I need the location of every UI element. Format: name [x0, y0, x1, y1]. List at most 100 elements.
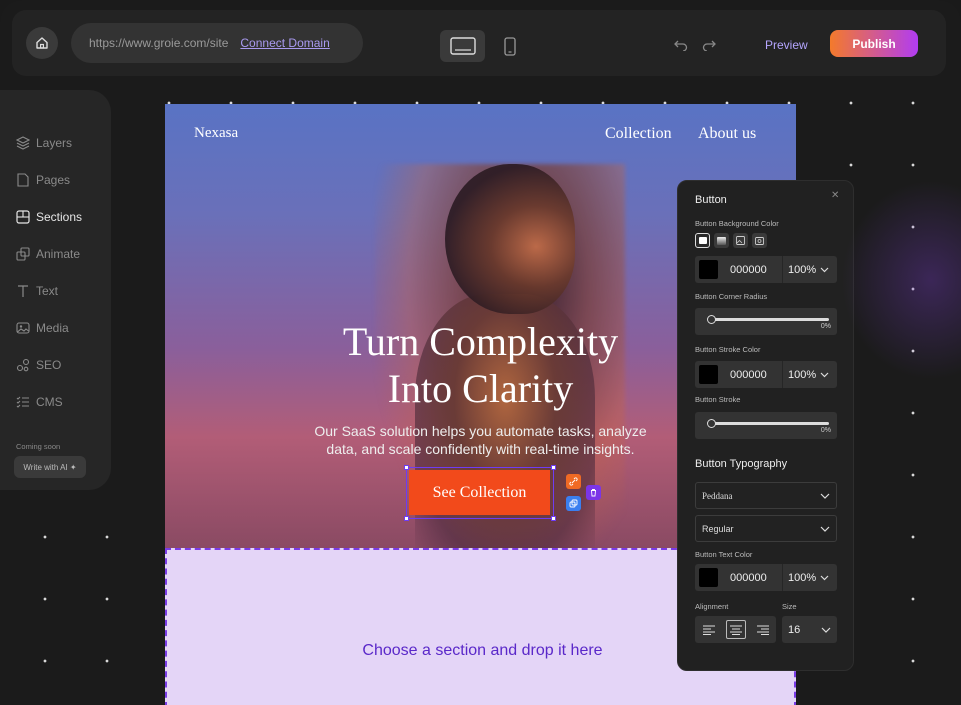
delete-element-button[interactable]: [586, 485, 601, 500]
pages-icon: [17, 173, 29, 187]
bg-color-field[interactable]: 000000 100%: [695, 256, 837, 283]
corner-radius-slider[interactable]: 0%: [695, 308, 837, 335]
connect-domain-link[interactable]: Connect Domain: [240, 36, 329, 50]
bg-color-swatch[interactable]: [699, 260, 718, 279]
sidebar-item-label: CMS: [36, 395, 63, 409]
text-opacity-select[interactable]: 100%: [788, 572, 829, 584]
stroke-color-swatch[interactable]: [699, 365, 718, 384]
site-brand[interactable]: Nexasa: [194, 125, 238, 142]
chevron-down-icon: [820, 372, 829, 377]
slider-thumb[interactable]: [707, 419, 716, 428]
preview-button[interactable]: Preview: [765, 38, 808, 52]
sidebar-item-label: Animate: [36, 247, 81, 261]
chevron-down-icon: [820, 493, 830, 499]
top-toolbar: https://www.groie.com/site Connect Domai…: [12, 10, 946, 76]
chevron-down-icon: [820, 526, 830, 532]
publish-button[interactable]: Publish: [830, 30, 918, 57]
align-center-icon: [729, 624, 742, 635]
sidebar-item-label: Text: [36, 284, 59, 298]
align-left-button[interactable]: [699, 620, 719, 639]
home-button[interactable]: [26, 27, 58, 59]
cms-icon: [16, 396, 29, 408]
app-frame: https://www.groie.com/site Connect Domai…: [0, 0, 961, 705]
animate-icon: [16, 247, 30, 261]
gradient-fill-icon: [717, 236, 726, 245]
site-nav-collection[interactable]: Collection: [605, 125, 672, 143]
resize-handle[interactable]: [551, 516, 556, 521]
font-size-value: 16: [788, 623, 801, 636]
site-url: https://www.groie.com/site: [89, 36, 229, 50]
image-icon: [736, 236, 745, 245]
undo-button[interactable]: [672, 36, 690, 54]
undo-icon: [674, 40, 688, 51]
resize-handle[interactable]: [404, 516, 409, 521]
link-icon: [569, 477, 578, 486]
font-family-select[interactable]: Peddana: [695, 482, 837, 509]
font-size-select[interactable]: 16: [782, 616, 837, 643]
redo-button[interactable]: [700, 36, 718, 54]
bg-color-hex[interactable]: 000000: [730, 264, 782, 276]
layers-icon: [16, 136, 30, 150]
edit-link-button[interactable]: [566, 474, 581, 489]
bg-opacity-select[interactable]: 100%: [788, 264, 829, 276]
align-right-icon: [756, 624, 769, 635]
media-icon: [16, 322, 30, 334]
text-icon: [18, 285, 28, 297]
panel-title: Button: [695, 194, 727, 206]
chevron-down-icon: [820, 267, 829, 272]
stroke-slider[interactable]: 0%: [695, 412, 837, 439]
sidebar-item-label: SEO: [36, 358, 62, 372]
video-icon: [755, 237, 764, 245]
sidebar-item-text[interactable]: Text: [16, 281, 58, 301]
cta-button[interactable]: See Collection: [409, 470, 550, 515]
text-color-swatch[interactable]: [699, 568, 718, 587]
sidebar-item-cms[interactable]: CMS: [16, 392, 63, 412]
sidebar-item-label: Pages: [36, 173, 71, 187]
stroke-color-field[interactable]: 000000 100%: [695, 361, 837, 388]
sidebar-item-sections[interactable]: Sections: [16, 207, 82, 227]
text-color-field[interactable]: 000000 100%: [695, 564, 837, 591]
fill-type-tabs: [695, 233, 767, 248]
corner-radius-label: Button Corner Radius: [695, 292, 768, 301]
divider: [782, 256, 783, 283]
stroke-label: Button Stroke: [695, 395, 741, 404]
trash-icon: [591, 489, 596, 497]
write-with-ai-button[interactable]: Write with AI ✦: [14, 456, 86, 478]
align-left-icon: [702, 624, 715, 635]
stroke-opacity-select[interactable]: 100%: [788, 369, 829, 381]
font-family-value: Peddana: [702, 490, 733, 501]
left-sidebar: Layers Pages Sections Animate Text Media…: [0, 90, 111, 490]
duplicate-icon: [569, 499, 578, 508]
duplicate-element-button[interactable]: [566, 496, 581, 511]
align-center-button[interactable]: [725, 620, 746, 639]
resize-handle[interactable]: [551, 465, 556, 470]
solid-fill-tab[interactable]: [695, 233, 710, 248]
hero-image-head: [445, 164, 575, 314]
desktop-view-button[interactable]: [440, 30, 485, 62]
text-color-hex[interactable]: 000000: [730, 572, 782, 584]
mobile-icon: [504, 36, 516, 56]
alignment-label: Alignment: [695, 602, 729, 611]
url-bar: https://www.groie.com/site Connect Domai…: [71, 23, 363, 63]
mobile-view-button[interactable]: [495, 30, 525, 62]
stroke-color-hex[interactable]: 000000: [730, 369, 782, 381]
align-right-button[interactable]: [753, 620, 773, 639]
sidebar-item-animate[interactable]: Animate: [16, 244, 80, 264]
close-icon[interactable]: ✕: [831, 190, 839, 201]
sidebar-item-label: Media: [36, 321, 69, 335]
sidebar-item-media[interactable]: Media: [16, 318, 69, 338]
chevron-down-icon: [820, 575, 829, 580]
cta-selection-frame: See Collection: [404, 465, 556, 521]
stroke-opacity-value: 100%: [788, 368, 817, 381]
sidebar-item-pages[interactable]: Pages: [16, 170, 70, 190]
slider-track: [709, 318, 829, 321]
video-fill-tab[interactable]: [752, 233, 767, 248]
site-nav-about[interactable]: About us: [698, 125, 756, 143]
gradient-fill-tab[interactable]: [714, 233, 729, 248]
image-fill-tab[interactable]: [733, 233, 748, 248]
corner-radius-value: 0%: [820, 323, 831, 330]
font-weight-select[interactable]: Regular: [695, 515, 837, 542]
slider-thumb[interactable]: [707, 315, 716, 324]
sidebar-item-seo[interactable]: SEO: [16, 355, 61, 375]
sidebar-item-layers[interactable]: Layers: [16, 133, 72, 153]
